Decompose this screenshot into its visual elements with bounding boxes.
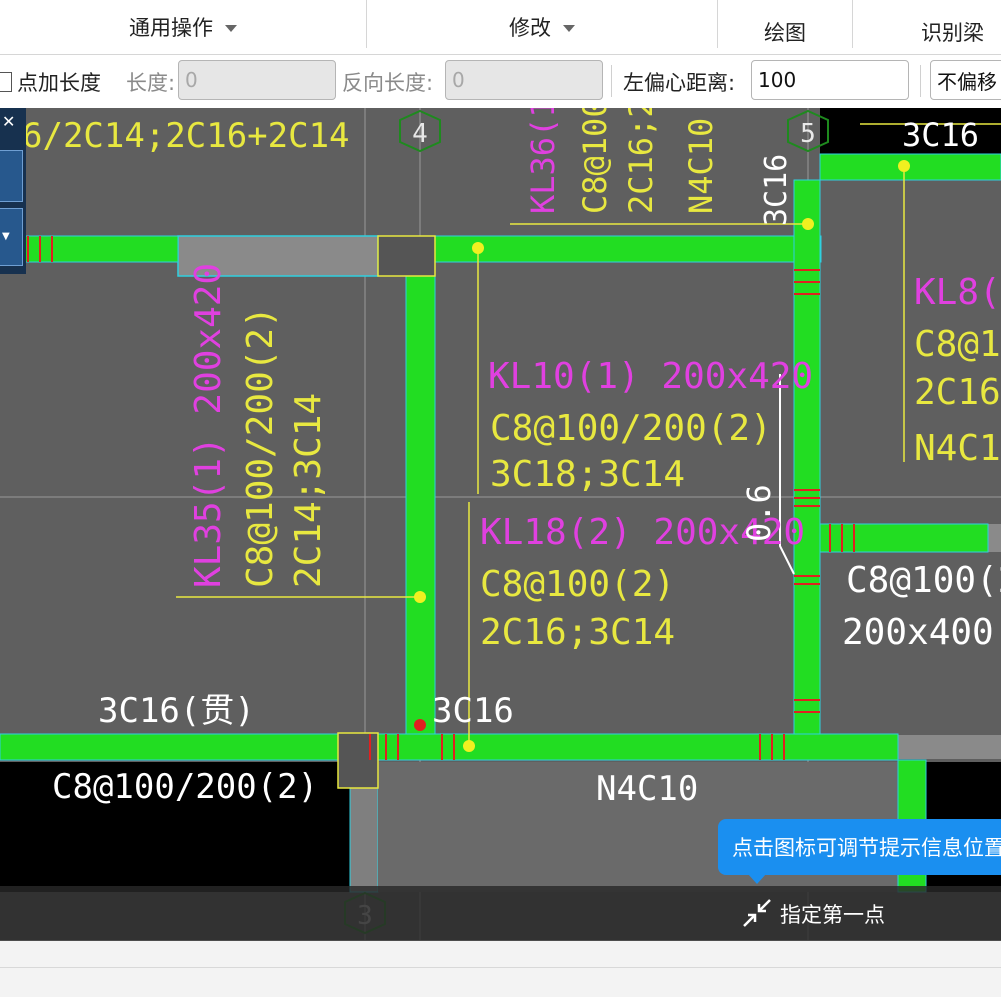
ribbon-bar: 通用操作 修改 绘图 识别梁 [0,0,1001,55]
anno-kl18-stirrup: C8@100(2) [480,564,675,605]
anno-kl8-bars: 2C16;4 [914,372,1001,413]
green-beam [0,235,179,263]
length-label: 长度: [126,70,176,95]
anno-3c16-bottom-mid: 3C16 [432,691,514,731]
green-beam [0,733,899,761]
column [377,235,436,277]
rebar-ticks [27,236,855,760]
anno-right-size: 200x400 [842,612,994,653]
length-input[interactable]: 0 [178,60,336,100]
floating-panel[interactable]: ✕ ▼ [0,108,26,274]
chevron-down-icon [563,25,575,32]
toolbar-divider [920,65,921,97]
anno-c8-top: C8@100/ [576,108,614,214]
panel-button[interactable] [0,150,23,202]
chevron-down-icon: ▼ [2,231,10,242]
point-length-label: 点加长度 [17,70,101,95]
anno-n4c10-top: N4C10 [682,118,720,214]
grip-point[interactable] [898,160,910,172]
left-offset-input[interactable]: 100 [751,60,909,100]
anno-kl18-bars: 2C16;3C14 [480,612,675,653]
ribbon-modify[interactable]: 修改 [367,0,717,54]
anno-top-left: 6/2C14;2C16+2C14 [22,116,350,156]
anno-kl10-stirrup: C8@100/200(2) [490,408,772,449]
ribbon-identify-beam[interactable]: 识别梁 [853,5,1001,59]
anno-kl8: KL8(1 [914,272,1001,313]
anno-kl35: KL35(1) 200x420 [188,263,229,588]
ribbon-general-ops-label: 通用操作 [129,16,213,40]
anno-right-stirrup: C8@100(2) [846,560,1001,601]
divider [0,967,1001,968]
anno-kl10: KL10(1) 200x420 [488,356,813,397]
green-beam [405,261,436,735]
ribbon-draw-label: 绘图 [764,21,806,45]
drawing-canvas[interactable]: 4 5 3 6/2C14;2C16+2C14 KL36(1) C8@100/ 2… [0,108,1001,940]
close-icon[interactable]: ✕ [2,112,15,131]
selected-point[interactable] [414,719,426,731]
gray-beam [898,735,1001,759]
anno-3c16-bottom-left: 3C16(贯) [98,691,255,731]
svg-text:5: 5 [800,119,816,149]
anno-kl8-n: N4C10 [914,428,1001,469]
grip-point[interactable] [472,242,484,254]
chevron-down-icon [225,25,237,32]
anno-n4c10-bottom: N4C10 [596,769,698,809]
anno-kl8-stirrup: C8@10 [914,324,1001,365]
anno-kl10-bars: 3C18;3C14 [490,454,685,495]
panel-dropdown[interactable]: ▼ [0,208,23,266]
green-beam [819,153,1001,181]
crosshair-arrows-icon[interactable] [742,898,772,928]
anno-c8-bottom-left: C8@100/200(2) [52,767,318,807]
tooltip-pointer [748,874,766,884]
reverse-length-input[interactable]: 0 [445,60,603,100]
ribbon-identify-beam-label: 识别梁 [921,21,984,45]
cad-annotations: 6/2C14;2C16+2C14 KL36(1) C8@100/ 2C16;2C… [22,108,1001,809]
point-length-checkbox-wrap[interactable]: 点加长度 [0,55,101,108]
toolbar-divider [611,65,612,97]
grip-point[interactable] [414,591,426,603]
anno-kl36: KL36(1) [524,108,562,214]
cad-drawing[interactable]: 4 5 3 6/2C14;2C16+2C14 KL36(1) C8@100/ 2… [0,108,1001,940]
hint-tooltip[interactable]: 点击图标可调节提示信息位置 [718,819,1001,875]
green-beam [819,523,989,553]
grip-point[interactable] [802,218,814,230]
anno-3c16-top-right: 3C16 [902,116,979,154]
anno-kl35-bars: 2C14;3C14 [288,393,329,588]
svg-text:4: 4 [412,119,428,149]
ribbon-draw[interactable]: 绘图 [718,5,852,59]
gray-beam [988,524,1001,552]
anno-kl35-stirrup: C8@100/200(2) [240,306,281,588]
bottom-status-strip [0,941,1001,997]
reverse-length-label: 反向长度: [342,70,434,95]
column [337,732,379,789]
point-length-checkbox[interactable] [0,71,12,92]
anno-2c16-top: 2C16;2C [622,108,660,214]
grip-point[interactable] [463,740,475,752]
green-beam [434,235,822,263]
offset-mode-select[interactable]: 不偏移 [930,60,1001,100]
anno-slope: 0.6 [740,484,778,542]
property-toolbar: 点加长度 长度: 0 反向长度: 0 左偏心距离: 100 不偏移 [0,55,1001,108]
left-offset-label: 左偏心距离: [623,70,736,95]
green-beam [793,179,821,736]
command-prompt-text: 指定第一点 [780,903,885,927]
anno-3c16-vert: 3C16 [759,154,794,226]
ribbon-general-ops[interactable]: 通用操作 [0,0,366,54]
ribbon-modify-label: 修改 [509,16,551,40]
